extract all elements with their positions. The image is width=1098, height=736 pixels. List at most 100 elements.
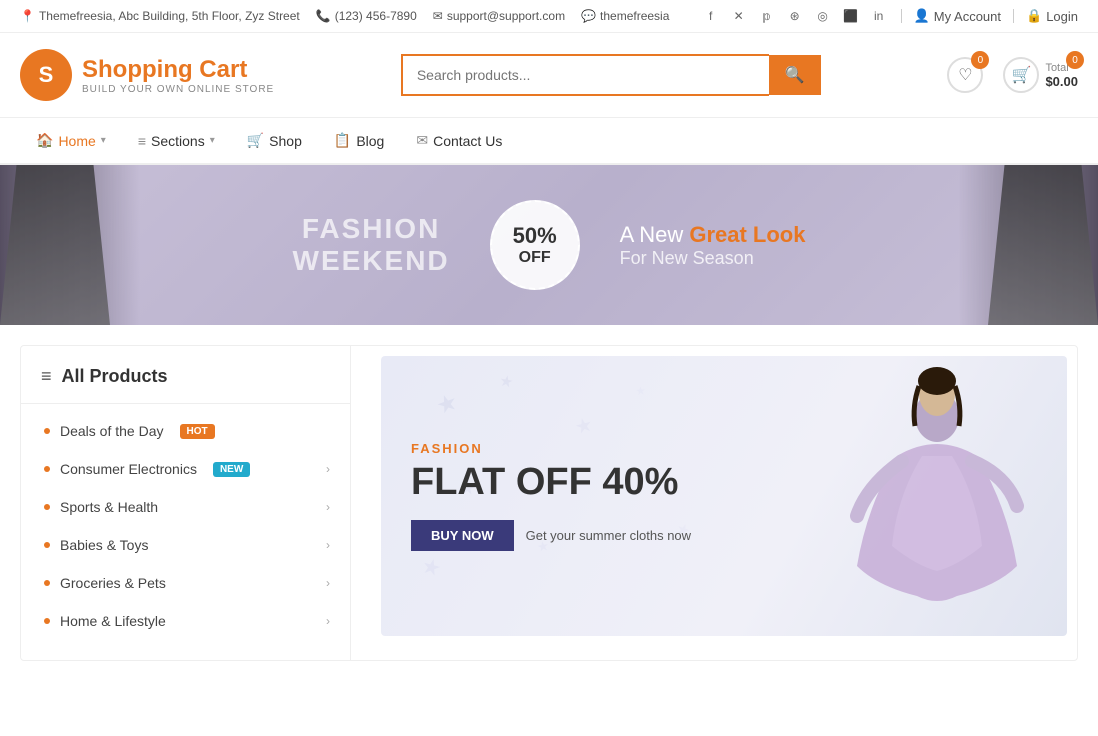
sidebar-dot (44, 542, 50, 548)
sidebar-item-home-lifestyle-left: Home & Lifestyle (44, 613, 166, 629)
promo-buy-now-button[interactable]: BUY NOW (411, 520, 514, 551)
sidebar-item-deals-left: Deals of the Day HOT (44, 423, 215, 439)
banner-weekend-text: WEEKEND (293, 245, 450, 277)
electronics-badge: NEW (213, 462, 250, 477)
search-button[interactable]: 🔍 (769, 55, 821, 95)
logo-text: Shopping Cart BUILD YOUR OWN ONLINE STOR… (82, 56, 274, 95)
nav-item-contact[interactable]: ✉ Contact Us (400, 118, 518, 163)
wishlist-count: 0 (971, 51, 989, 69)
sidebar-dot (44, 466, 50, 472)
promo-banner: ★ ★ ★ ★ ★ ★ ★ ★ FASHION FLAT OFF 40% BUY… (381, 356, 1067, 636)
instagram-icon[interactable]: ◎ (813, 6, 833, 26)
sidebar-item-babies-left: Babies & Toys (44, 537, 148, 553)
cart-count: 0 (1066, 51, 1084, 69)
sidebar-label-babies: Babies & Toys (60, 537, 148, 553)
banner-off: OFF (519, 249, 551, 267)
top-bar-actions: f ✕ 𝕡 ⊛ ◎ ⬛ in 👤 My Account 🔒 Login (701, 6, 1078, 26)
promo-cta-row: BUY NOW Get your summer cloths now (411, 520, 691, 551)
svg-text:★: ★ (635, 384, 647, 398)
svg-text:★: ★ (433, 388, 462, 420)
sidebar-item-sports[interactable]: Sports & Health › (21, 488, 350, 526)
sidebar-dot (44, 580, 50, 586)
banner-model-left (0, 165, 140, 325)
svg-text:★: ★ (498, 373, 515, 392)
facebook-icon[interactable]: f (701, 6, 721, 26)
flickr-icon[interactable]: ⬛ (841, 6, 861, 26)
nav-item-blog[interactable]: 📋 Blog (318, 118, 400, 163)
wishlist-button[interactable]: ♡ 0 (947, 57, 983, 93)
sidebar-item-groceries-left: Groceries & Pets (44, 575, 166, 591)
shop-icon: 🛒 (247, 132, 264, 149)
address-info: 📍 Themefreesia, Abc Building, 5th Floor,… (20, 9, 300, 23)
divider (901, 9, 902, 23)
model-svg (837, 366, 1037, 626)
banner-right-text: A New Great Look For New Season (620, 222, 806, 269)
skype-info: 💬 themefreesia (581, 9, 669, 23)
banner-percent: 50% (513, 223, 557, 249)
main-section: ≡ All Products Deals of the Day HOT Cons… (20, 345, 1078, 661)
banner-left-text: FASHION WEEKEND (293, 213, 450, 277)
sidebar-item-electronics-left: Consumer Electronics NEW (44, 461, 250, 477)
logo-subtitle: BUILD YOUR OWN ONLINE STORE (82, 84, 274, 95)
promo-cta-text: Get your summer cloths now (526, 528, 691, 543)
sidebar-header: ≡ All Products (21, 366, 350, 404)
contact-icon: ✉ (416, 132, 428, 149)
logo[interactable]: S Shopping Cart BUILD YOUR OWN ONLINE ST… (20, 49, 274, 101)
cart-total-value: $0.00 (1045, 74, 1078, 89)
chevron-right-icon: › (326, 462, 330, 476)
sections-icon: ≡ (138, 133, 146, 149)
sidebar-item-babies[interactable]: Babies & Toys › (21, 526, 350, 564)
blog-icon: 📋 (334, 132, 351, 149)
home-arrow: ▾ (101, 135, 106, 146)
twitter-icon[interactable]: ✕ (729, 6, 749, 26)
divider (1013, 9, 1014, 23)
sidebar-item-electronics[interactable]: Consumer Electronics NEW › (21, 450, 350, 488)
svg-text:★: ★ (419, 552, 444, 581)
header: S Shopping Cart BUILD YOUR OWN ONLINE ST… (0, 33, 1098, 118)
banner-discount-circle: 50% OFF (490, 200, 580, 290)
email-info: ✉ support@support.com (433, 9, 565, 23)
sidebar-title: All Products (62, 366, 168, 387)
sidebar-item-sports-left: Sports & Health (44, 499, 158, 515)
my-account-link[interactable]: 👤 My Account (914, 8, 1001, 24)
linkedin-icon[interactable]: in (869, 6, 889, 26)
social-icons: f ✕ 𝕡 ⊛ ◎ ⬛ in (701, 6, 889, 26)
deals-badge: HOT (180, 424, 215, 439)
chevron-right-icon: › (326, 538, 330, 552)
svg-text:★: ★ (573, 413, 596, 439)
sidebar-label-electronics: Consumer Electronics (60, 461, 197, 477)
promo-flat-label: FLAT OFF 40% (411, 462, 691, 504)
search-input[interactable] (401, 54, 769, 96)
sidebar-item-groceries[interactable]: Groceries & Pets › (21, 564, 350, 602)
dribbble-icon[interactable]: ⊛ (785, 6, 805, 26)
promo-model-area (837, 366, 1037, 626)
top-bar-info: 📍 Themefreesia, Abc Building, 5th Floor,… (20, 9, 669, 23)
sidebar-dot (44, 618, 50, 624)
header-right: ♡ 0 🛒 0 Total $0.00 (947, 57, 1078, 93)
cart-button[interactable]: 🛒 0 Total $0.00 (1003, 57, 1078, 93)
promo-fashion-label: FASHION (411, 441, 691, 456)
sidebar-dot (44, 504, 50, 510)
sidebar-label-sports: Sports & Health (60, 499, 158, 515)
sidebar-item-home-lifestyle[interactable]: Home & Lifestyle › (21, 602, 350, 640)
pinterest-icon[interactable]: 𝕡 (757, 6, 777, 26)
sidebar-label-deals: Deals of the Day (60, 423, 164, 439)
hero-banner: FASHION WEEKEND 50% OFF A New Great Look… (0, 165, 1098, 325)
nav-item-shop[interactable]: 🛒 Shop (231, 118, 318, 163)
sidebar-dot (44, 428, 50, 434)
sidebar-label-home-lifestyle: Home & Lifestyle (60, 613, 166, 629)
login-link[interactable]: 🔒 Login (1026, 8, 1078, 24)
home-icon: 🏠 (36, 132, 53, 149)
banner-line2: For New Season (620, 248, 806, 269)
logo-icon: S (20, 49, 72, 101)
banner-fashion-text: FASHION (293, 213, 450, 245)
nav-item-home[interactable]: 🏠 Home ▾ (20, 118, 122, 163)
product-area: ★ ★ ★ ★ ★ ★ ★ ★ FASHION FLAT OFF 40% BUY… (371, 346, 1077, 660)
sections-arrow: ▾ (210, 135, 215, 146)
search-bar: 🔍 (401, 54, 821, 96)
menu-icon: ≡ (41, 366, 52, 387)
banner-line1: A New Great Look (620, 222, 806, 248)
nav-item-sections[interactable]: ≡ Sections ▾ (122, 119, 231, 163)
sidebar-item-deals[interactable]: Deals of the Day HOT (21, 412, 350, 450)
chevron-right-icon: › (326, 614, 330, 628)
